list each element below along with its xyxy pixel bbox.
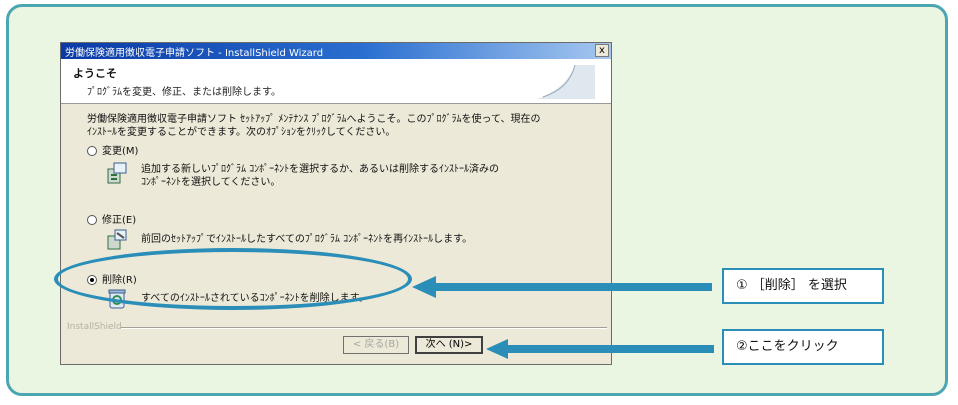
- modify-description: 追加する新しいﾌﾟﾛｸﾞﾗﾑ ｺﾝﾎﾟｰﾈﾝﾄを選択するか、あるいは削除するｲﾝ…: [141, 163, 499, 189]
- modify-desc-line-2: ｺﾝﾎﾟｰﾈﾝﾄを選択してください。: [141, 177, 281, 188]
- header-title: ようこそ: [73, 67, 117, 80]
- wizard-header: ようこそ ﾌﾟﾛｸﾞﾗﾑを変更、修正、または削除します。: [61, 59, 611, 104]
- intro-line-2: ｲﾝｽﾄｰﾙを変更することができます。次のｵﾌﾟｼｮﾝをｸﾘｯｸしてください。: [87, 127, 396, 138]
- page-curl-icon: [537, 64, 595, 99]
- title-bar: 労働保険適用徴収電子申請ソフト - InstallShield Wizard x: [61, 43, 611, 59]
- arrow-1-icon: [412, 276, 712, 298]
- modify-icon: [107, 162, 127, 184]
- footer-separator: [121, 327, 607, 329]
- option-repair[interactable]: 修正(E): [87, 211, 136, 226]
- modify-desc-line-1: 追加する新しいﾌﾟﾛｸﾞﾗﾑ ｺﾝﾎﾟｰﾈﾝﾄを選択するか、あるいは削除するｲﾝ…: [141, 164, 499, 175]
- repair-desc-line-1: 前回のｾｯﾄｱｯﾌﾟでｲﾝｽﾄｰﾙしたすべてのﾌﾟﾛｸﾞﾗﾑ ｺﾝﾎﾟｰﾈﾝﾄを…: [141, 234, 473, 245]
- intro-line-1: 労働保険適用徴収電子申請ソフト ｾｯﾄｱｯﾌﾟ ﾒﾝﾃﾅﾝｽ ﾌﾟﾛｸﾞﾗﾑへよ…: [87, 114, 541, 125]
- next-button[interactable]: 次へ (N)>: [415, 336, 483, 354]
- repair-description: 前回のｾｯﾄｱｯﾌﾟでｲﾝｽﾄｰﾙしたすべてのﾌﾟﾛｸﾞﾗﾑ ｺﾝﾎﾟｰﾈﾝﾄを…: [141, 233, 472, 246]
- repair-icon: [107, 229, 127, 250]
- callout-select-remove: ① ［削除］ を選択: [722, 268, 884, 304]
- intro-text: 労働保険適用徴収電子申請ソフト ｾｯﾄｱｯﾌﾟ ﾒﾝﾃﾅﾝｽ ﾌﾟﾛｸﾞﾗﾑへよ…: [87, 113, 587, 139]
- installshield-wizard-dialog: 労働保険適用徴収電子申請ソフト - InstallShield Wizard x…: [60, 42, 612, 365]
- installshield-brand: InstallShield: [67, 322, 122, 332]
- header-subtitle: ﾌﾟﾛｸﾞﾗﾑを変更、修正、または削除します。: [87, 87, 281, 98]
- close-button[interactable]: x: [595, 44, 609, 57]
- option-modify[interactable]: 変更(M): [87, 142, 138, 157]
- callout-click-here: ②ここをクリック: [722, 329, 884, 365]
- modify-radio[interactable]: [87, 146, 97, 156]
- highlight-ellipse: [54, 248, 412, 310]
- window-title: 労働保険適用徴収電子申請ソフト - InstallShield Wizard: [65, 48, 324, 59]
- back-button[interactable]: < 戻る(B): [343, 336, 409, 354]
- repair-radio[interactable]: [87, 215, 97, 225]
- repair-label: 修正(E): [102, 215, 137, 226]
- arrow-2-icon: [486, 339, 714, 359]
- modify-label: 変更(M): [102, 146, 139, 157]
